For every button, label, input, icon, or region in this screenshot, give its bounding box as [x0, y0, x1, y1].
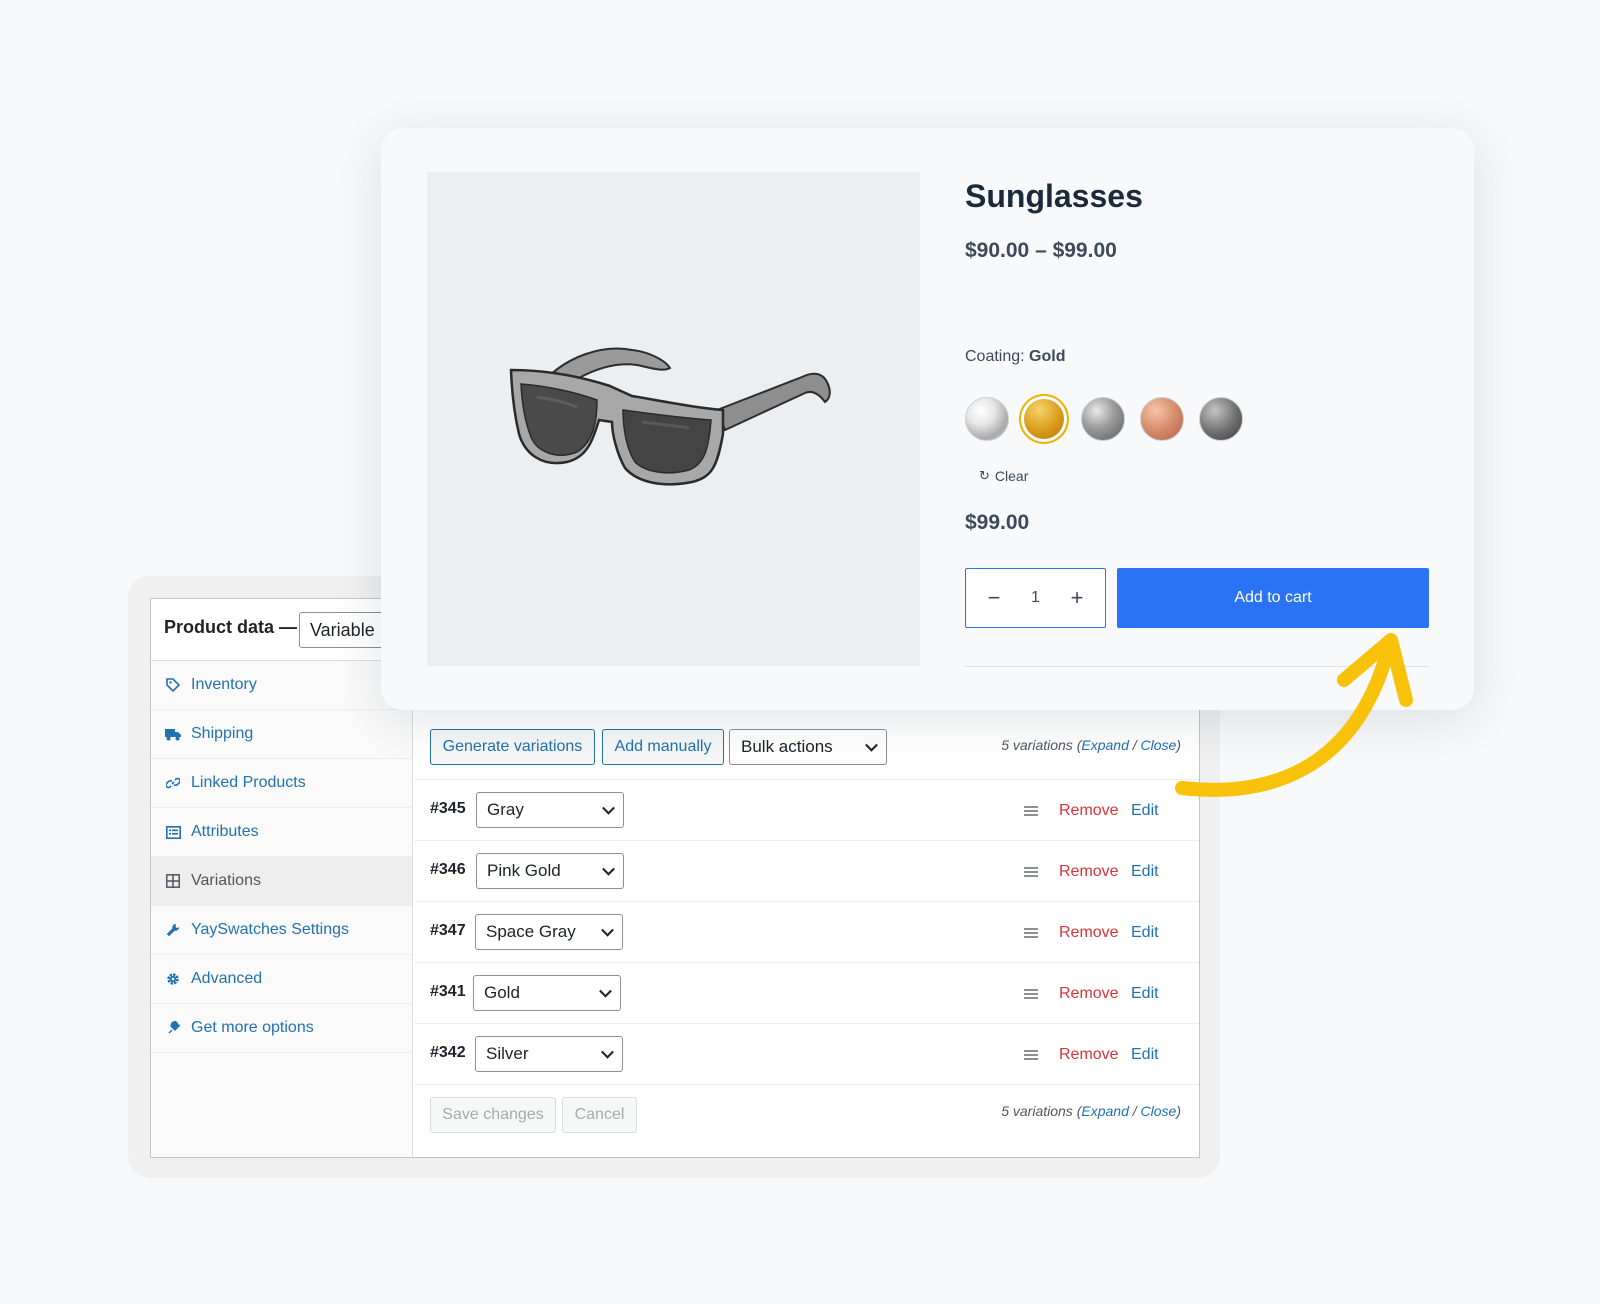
add-to-cart-button[interactable]: Add to cart	[1117, 568, 1429, 628]
current-price: $99.00	[965, 511, 1030, 534]
variation-id: #347	[430, 922, 466, 939]
remove-variation-link[interactable]: Remove	[1059, 924, 1119, 942]
variations-footer: Save changes Cancel 5 variations (Expand…	[414, 1085, 1199, 1145]
drag-handle-icon[interactable]	[1024, 806, 1038, 816]
drag-handle-icon[interactable]	[1024, 1050, 1038, 1060]
variation-id: #346	[430, 861, 466, 878]
variations-area: Generate variations Add manually Bulk ac…	[414, 661, 1199, 1157]
tab-inventory[interactable]: Inventory	[151, 661, 412, 710]
tab-advanced[interactable]: Advanced	[151, 955, 412, 1004]
grid-icon	[165, 873, 181, 889]
product-data-tabs: Inventory Shipping Linked Products Attri…	[151, 661, 413, 1157]
expand-link[interactable]: Expand	[1081, 737, 1128, 753]
variation-count: 5 variations (Expand / Close)	[1001, 1103, 1181, 1119]
tab-variations[interactable]: Variations	[151, 857, 412, 906]
variation-attribute-select[interactable]: Silver	[475, 1036, 623, 1072]
tab-label: Linked Products	[191, 774, 306, 791]
drag-handle-icon[interactable]	[1024, 867, 1038, 877]
variation-row: #347 Space Gray Remove Edit	[414, 902, 1199, 963]
divider	[965, 666, 1429, 667]
generate-variations-button[interactable]: Generate variations	[430, 729, 595, 765]
variation-row: #342 Silver Remove Edit	[414, 1024, 1199, 1085]
remove-variation-link[interactable]: Remove	[1059, 863, 1119, 881]
chevron-down-icon	[599, 984, 612, 998]
tab-get-more-options[interactable]: Get more options	[151, 1004, 412, 1053]
swatch-pink-gold[interactable]	[1140, 397, 1184, 441]
edit-variation-link[interactable]: Edit	[1131, 924, 1159, 942]
gear-icon	[165, 971, 181, 987]
variation-attribute-select[interactable]: Pink Gold	[476, 853, 624, 889]
drag-handle-icon[interactable]	[1024, 989, 1038, 999]
qty-increase-button[interactable]: +	[1065, 585, 1089, 611]
swatch-gray[interactable]	[1199, 397, 1243, 441]
tab-shipping[interactable]: Shipping	[151, 710, 412, 759]
product-title: Sunglasses	[965, 178, 1143, 214]
variation-count: 5 variations (Expand / Close)	[1001, 737, 1181, 753]
close-link[interactable]: Close	[1141, 1103, 1177, 1119]
coating-label: Coating: Gold	[965, 348, 1066, 365]
chevron-down-icon	[602, 862, 615, 876]
variation-attribute-select[interactable]: Space Gray	[475, 914, 623, 950]
tab-label: Inventory	[191, 676, 257, 693]
tab-linked-products[interactable]: Linked Products	[151, 759, 412, 808]
swatch-silver[interactable]	[965, 397, 1009, 441]
remove-variation-link[interactable]: Remove	[1059, 802, 1119, 820]
remove-variation-link[interactable]: Remove	[1059, 1046, 1119, 1064]
tab-label: Variations	[191, 872, 261, 889]
plugin-icon	[165, 1020, 181, 1036]
edit-variation-link[interactable]: Edit	[1131, 985, 1159, 1003]
quantity-stepper: − 1 +	[965, 568, 1106, 628]
cancel-button[interactable]: Cancel	[562, 1097, 637, 1133]
wrench-icon	[165, 922, 181, 938]
chevron-down-icon	[601, 923, 614, 937]
product-image	[427, 172, 920, 666]
clear-selection-link[interactable]: ↻ Clear	[979, 468, 1028, 484]
variation-attribute-select[interactable]: Gray	[476, 792, 624, 828]
variation-row: #341 Gold Remove Edit	[414, 963, 1199, 1024]
coating-value: Gold	[1029, 348, 1066, 365]
price-range: $90.00 – $99.00	[965, 239, 1117, 262]
add-manually-button[interactable]: Add manually	[602, 729, 724, 765]
edit-variation-link[interactable]: Edit	[1131, 802, 1159, 820]
chevron-down-icon	[602, 801, 615, 815]
truck-icon	[165, 726, 181, 742]
close-link[interactable]: Close	[1141, 737, 1177, 753]
bulk-actions-select[interactable]: Bulk actions	[729, 729, 887, 765]
variations-toolbar: Generate variations Add manually Bulk ac…	[414, 719, 1199, 780]
tab-label: YaySwatches Settings	[191, 921, 350, 938]
variation-attribute-select[interactable]: Gold	[473, 975, 621, 1011]
edit-variation-link[interactable]: Edit	[1131, 863, 1159, 881]
variation-row: #345 Gray Remove Edit	[414, 780, 1199, 841]
tab-attributes[interactable]: Attributes	[151, 808, 412, 857]
save-changes-button[interactable]: Save changes	[430, 1097, 556, 1133]
chevron-down-icon	[601, 1045, 614, 1059]
chevron-down-icon	[865, 738, 878, 752]
link-icon	[165, 775, 181, 791]
tag-icon	[165, 677, 181, 693]
remove-variation-link[interactable]: Remove	[1059, 985, 1119, 1003]
tab-label: Attributes	[191, 823, 259, 840]
bulk-actions-label: Bulk actions	[741, 737, 833, 756]
variation-id: #342	[430, 1044, 466, 1061]
product-card: Sunglasses $90.00 – $99.00 Coating: Gold…	[381, 128, 1474, 710]
tab-label: Get more options	[191, 1019, 314, 1036]
sunglasses-image	[509, 347, 831, 486]
tab-label: Advanced	[191, 970, 263, 987]
swatch-space-gray[interactable]	[1081, 397, 1125, 441]
list-icon	[165, 824, 181, 840]
variation-row: #346 Pink Gold Remove Edit	[414, 841, 1199, 902]
variation-id: #341	[430, 983, 466, 1000]
edit-variation-link[interactable]: Edit	[1131, 1046, 1159, 1064]
drag-handle-icon[interactable]	[1024, 928, 1038, 938]
swatch-gold[interactable]	[1019, 394, 1069, 444]
tab-label: Shipping	[191, 725, 254, 742]
expand-link[interactable]: Expand	[1081, 1103, 1128, 1119]
refresh-icon: ↻	[979, 468, 990, 483]
variation-id: #345	[430, 800, 466, 817]
tab-yayswatches-settings[interactable]: YaySwatches Settings	[151, 906, 412, 955]
product-data-title: Product data —	[164, 617, 298, 637]
